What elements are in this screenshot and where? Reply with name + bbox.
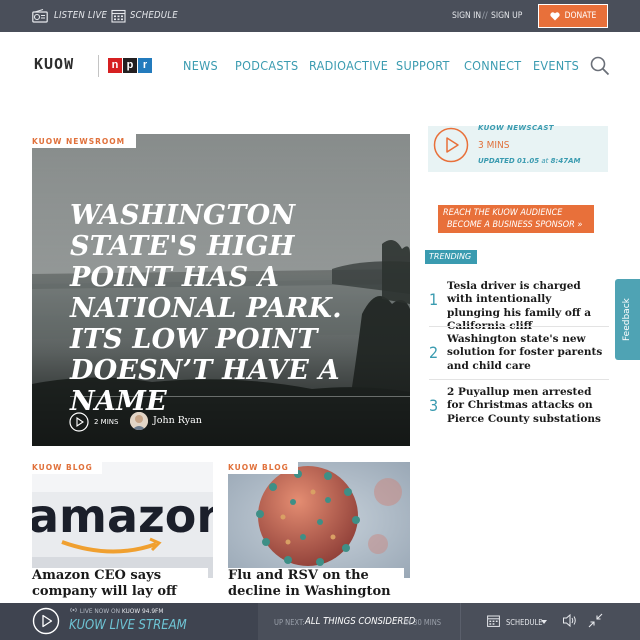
npr-letter-p: p (123, 58, 137, 73)
nav-support[interactable]: Support (396, 58, 450, 73)
hero-headline[interactable]: Washington State's High Point Has a Nati… (70, 200, 390, 417)
up-next-time: In 30 Mins (404, 618, 442, 627)
player-schedule-dropdown[interactable]: Schedule (506, 618, 543, 627)
newscast-duration: 3 Mins (478, 140, 510, 151)
up-next-label: Up Next: (274, 618, 305, 627)
npr-letter-n: n (108, 58, 122, 73)
feedback-label: Feedback (622, 298, 632, 341)
schedule-calendar-icon[interactable] (487, 615, 500, 627)
logo-divider (98, 55, 99, 77)
amazon-wordmark: amazon (32, 489, 213, 543)
npr-letter-r: r (138, 58, 152, 73)
card-section-tag[interactable]: KUOW Blog (228, 462, 298, 474)
auth-divider: // (482, 11, 488, 21)
updated-at: at (541, 157, 549, 165)
sponsor-line-2: Become a business sponsor » (447, 220, 583, 230)
newscast-updated: Updated 01.05 at 8:47AM (478, 157, 580, 165)
author-name[interactable]: John Ryan (153, 415, 202, 426)
broadcast-icon (70, 607, 77, 613)
live-stream-title[interactable]: KUOW Live Stream (69, 618, 187, 633)
sponsor-banner[interactable]: Reach the KUOW audience Become a busines… (438, 205, 594, 233)
sign-up-link[interactable]: Sign Up (491, 11, 522, 21)
listen-live-link[interactable]: Listen Live (54, 10, 107, 21)
trending-item-3[interactable]: 2 Puyallup men arrested for Christmas at… (447, 386, 607, 426)
trending-divider (429, 326, 609, 327)
radio-icon[interactable] (32, 9, 48, 23)
search-icon[interactable] (590, 56, 610, 76)
sign-in-link[interactable]: Sign In (452, 11, 481, 21)
hero-duration: 2 Mins (94, 418, 119, 426)
author-photo (130, 412, 148, 430)
sponsor-line-1: Reach the KUOW audience (443, 208, 563, 218)
stream-play-icon[interactable] (32, 607, 60, 635)
donate-button[interactable]: Donate (538, 4, 608, 28)
card-headline[interactable]: Amazon CEO says company will lay off (32, 568, 208, 600)
schedule-link[interactable]: Schedule (130, 10, 178, 21)
station-name: KUOW 94.9FM (121, 607, 164, 615)
chevron-down-icon[interactable] (541, 620, 547, 624)
newscast-label: KUOW Newscast (478, 124, 554, 132)
virus-illustration (228, 462, 410, 578)
nav-connect[interactable]: Connect (464, 58, 521, 73)
card-image-amazon[interactable]: amazon (32, 462, 213, 578)
trending-divider (429, 379, 609, 380)
hero-section-tag[interactable]: KUOW Newsroom (32, 134, 136, 148)
live-prefix: Live now on (79, 607, 120, 615)
updated-time: 8:47AM (550, 157, 581, 165)
calendar-icon[interactable] (111, 9, 127, 23)
updated-prefix: Updated (478, 157, 515, 165)
donate-label: Donate (564, 11, 597, 21)
heart-icon (549, 11, 560, 20)
trending-number-2: 2 (429, 343, 439, 362)
volume-icon[interactable] (562, 613, 577, 628)
trending-number-3: 3 (429, 396, 439, 415)
live-now-text: Live now on KUOW 94.9FM (69, 607, 163, 615)
nav-events[interactable]: Events (533, 58, 579, 73)
nav-podcasts[interactable]: Podcasts (235, 58, 298, 73)
trending-item-2[interactable]: Washington state's new solution for fost… (447, 333, 607, 373)
kuow-logo[interactable]: KUOW (34, 55, 74, 73)
trending-number-1: 1 (429, 290, 439, 309)
card-image-virus[interactable] (228, 462, 410, 578)
amazon-sign-photo: amazon (32, 462, 213, 578)
feedback-tab[interactable]: Feedback (615, 279, 640, 360)
updated-date: 01.05 (516, 157, 540, 165)
newscast-play-icon[interactable] (433, 127, 469, 163)
author-avatar (130, 412, 148, 430)
trending-label: Trending (425, 250, 477, 264)
top-bar: Listen Live Schedule Sign In // Sign Up … (0, 0, 640, 32)
card-section-tag[interactable]: KUOW Blog (32, 462, 102, 474)
nav-radioactive[interactable]: RadioActive (309, 58, 388, 73)
up-next-show[interactable]: All Things Considered (305, 616, 415, 627)
npr-logo[interactable]: n p r (108, 58, 152, 73)
hero-divider (70, 396, 410, 397)
play-icon[interactable] (69, 412, 89, 432)
card-headline[interactable]: Flu and RSV on the decline in Washington (228, 568, 404, 600)
collapse-icon[interactable] (588, 613, 603, 628)
nav-news[interactable]: News (183, 58, 218, 73)
